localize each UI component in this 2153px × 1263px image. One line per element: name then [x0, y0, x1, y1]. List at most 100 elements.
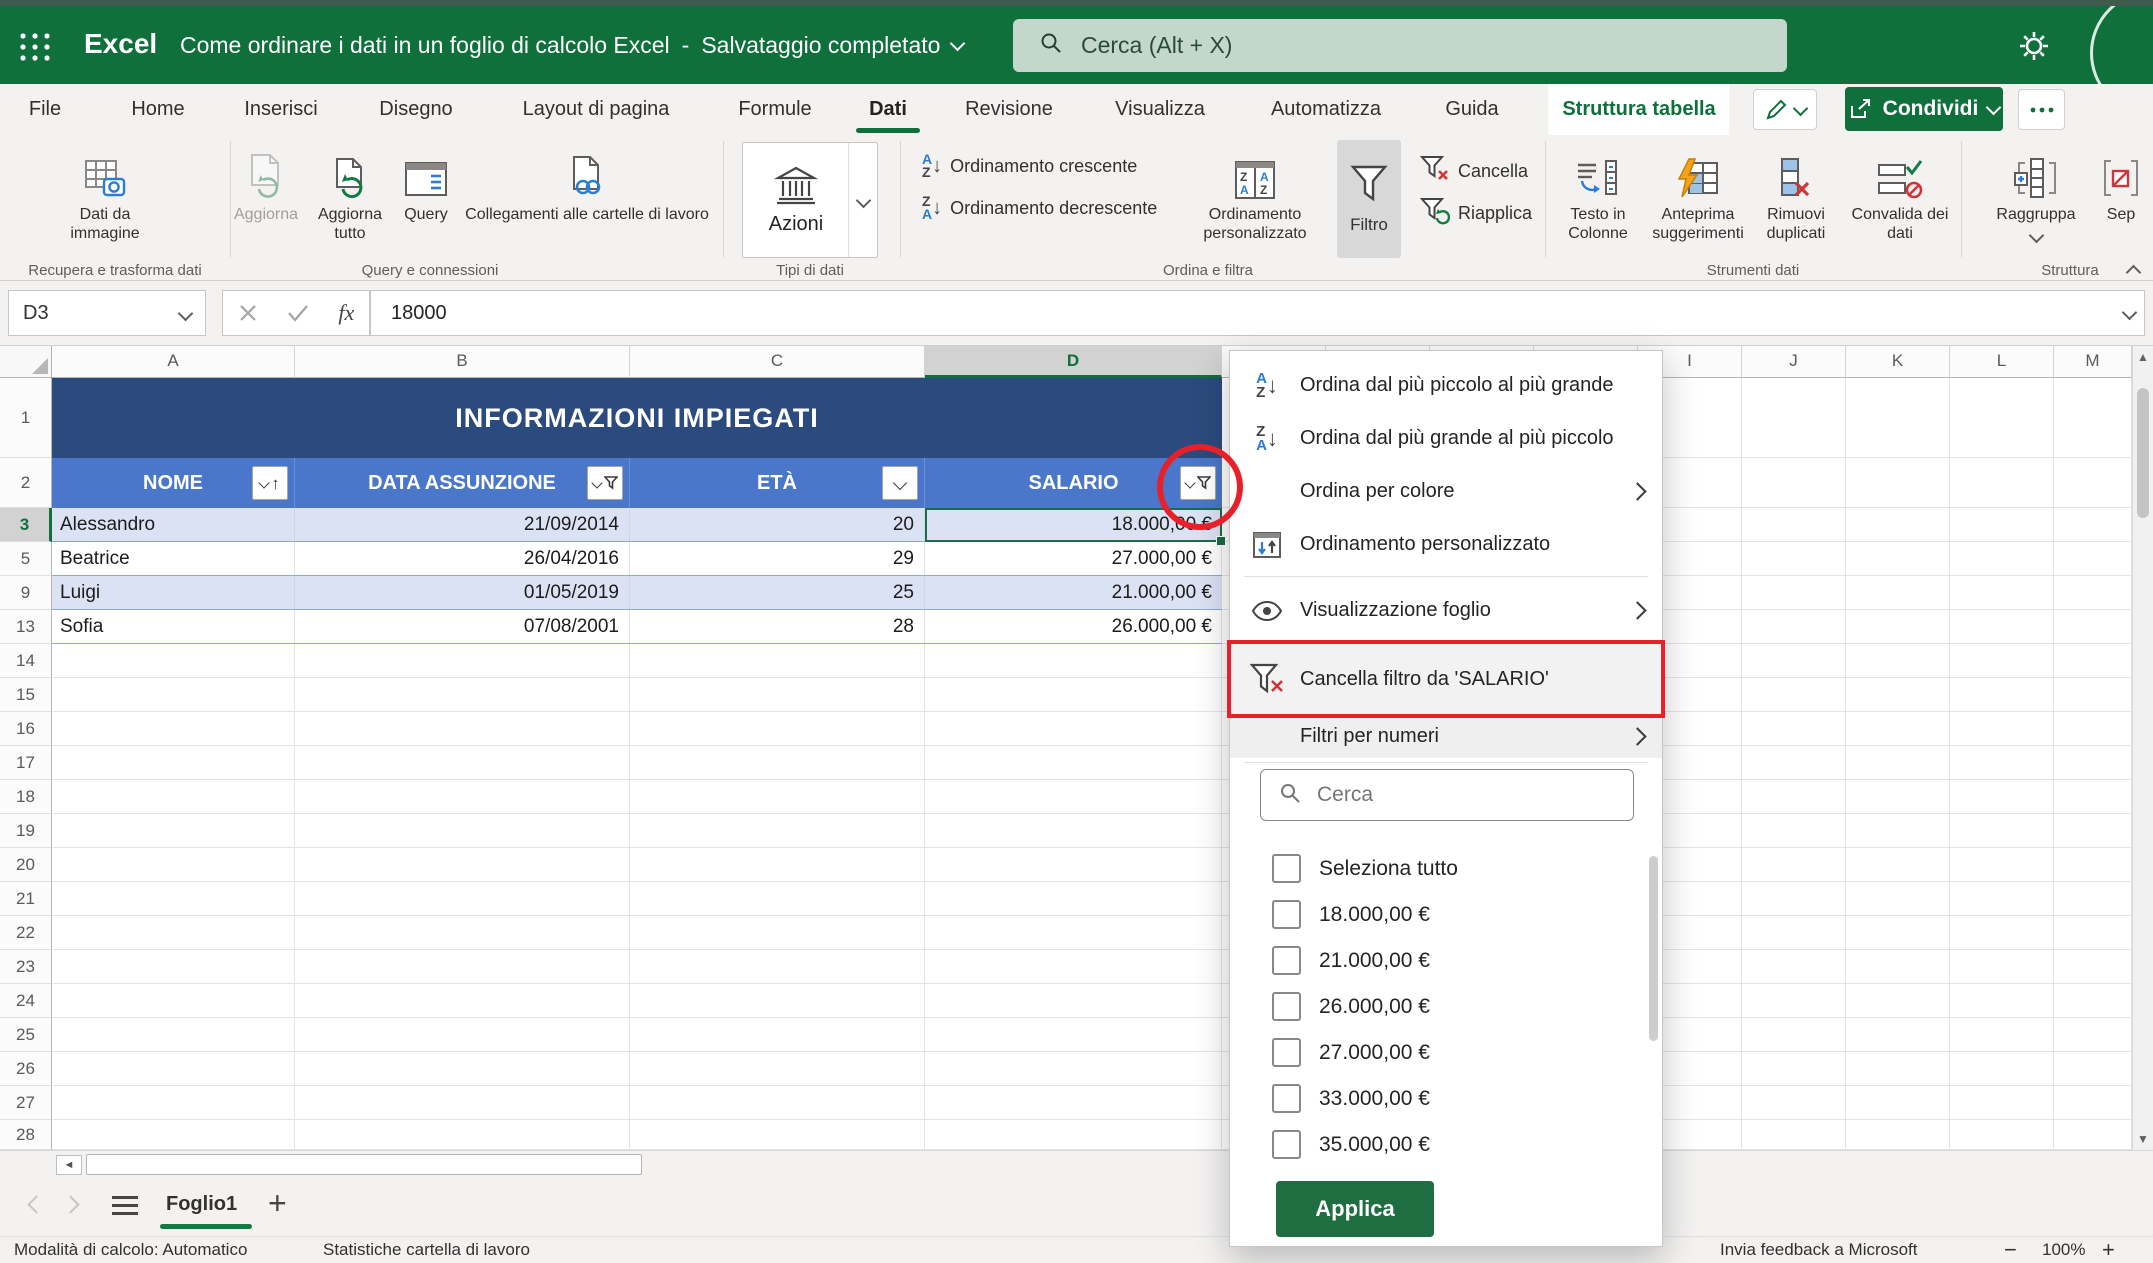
header-cell-nome[interactable]: NOME ↑: [52, 458, 295, 508]
name-box[interactable]: D3: [8, 290, 206, 336]
data-from-picture-button[interactable]: Dati da immagine: [45, 147, 165, 244]
filter-toggle-button[interactable]: Filtro: [1337, 140, 1401, 258]
cell-a3[interactable]: Alessandro: [52, 508, 295, 541]
custom-sort-button[interactable]: ZAAZ Ordinamento personalizzato: [1185, 147, 1325, 244]
insert-function-fx-icon[interactable]: fx: [338, 300, 354, 326]
checkbox-unchecked[interactable]: [1272, 900, 1301, 929]
workbook-links-button[interactable]: Collegamenti alle cartelle di lavoro: [462, 147, 712, 225]
column-header-K[interactable]: K: [1846, 346, 1950, 378]
menu-item-sort-largest[interactable]: ZA↓ Ordina dal più grande al più piccolo: [1230, 412, 1662, 465]
horizontal-scrollbar-thumb[interactable]: [86, 1154, 642, 1175]
row-header-28[interactable]: 28: [0, 1120, 52, 1150]
zoom-in-button[interactable]: +: [2102, 1237, 2115, 1262]
filter-search-box[interactable]: [1260, 769, 1634, 821]
cell-b5[interactable]: 26/04/2016: [295, 542, 630, 575]
cell-a9[interactable]: Luigi: [52, 576, 295, 609]
settings-gear-icon[interactable]: [2014, 26, 2054, 71]
row-header-23[interactable]: 23: [0, 950, 52, 984]
actions-dropdown-button[interactable]: [848, 143, 877, 257]
more-ribbon-options-button[interactable]: [2018, 89, 2065, 130]
ribbon-tab-revisione[interactable]: Revisione: [955, 84, 1063, 135]
actions-data-type-button[interactable]: Azioni: [743, 143, 849, 257]
send-feedback-link[interactable]: Invia feedback a Microsoft: [1720, 1237, 1917, 1262]
sort-descending-button[interactable]: ZA ↓ Ordinamento decrescente: [922, 195, 1157, 221]
row-header-21[interactable]: 21: [0, 882, 52, 916]
row-header-22[interactable]: 22: [0, 916, 52, 950]
sheet-tab-foglio1[interactable]: Foglio1: [166, 1178, 237, 1230]
ribbon-tab-guida[interactable]: Guida: [1435, 84, 1508, 135]
group-button[interactable]: Raggruppa: [1988, 147, 2084, 241]
reapply-filter-button[interactable]: Riapplica: [1420, 197, 1532, 230]
apply-filter-button[interactable]: Applica: [1276, 1181, 1434, 1237]
data-validation-button[interactable]: Convalida dei dati: [1840, 147, 1960, 244]
cell-c5[interactable]: 29: [630, 542, 925, 575]
share-button[interactable]: Condividi: [1845, 87, 2003, 131]
scroll-left-arrow-icon[interactable]: ◄: [56, 1155, 82, 1175]
clear-filter-button[interactable]: Cancella: [1420, 155, 1528, 188]
workbook-statistics-button[interactable]: Statistiche cartella di lavoro: [323, 1237, 530, 1262]
ribbon-tab-layout-di-pagina[interactable]: Layout di pagina: [513, 84, 680, 135]
select-all-corner[interactable]: [0, 346, 52, 378]
document-title-bar[interactable]: Come ordinare i dati in un foglio di cal…: [180, 6, 963, 84]
menu-item-clear-filter[interactable]: Cancella filtro da 'SALARIO': [1230, 644, 1662, 714]
cell-d3-selected[interactable]: 18.000,00 €: [925, 508, 1222, 541]
checkbox-unchecked[interactable]: [1272, 946, 1301, 975]
row-header-1[interactable]: 1: [0, 378, 52, 458]
row-header-17[interactable]: 17: [0, 746, 52, 780]
text-to-columns-button[interactable]: Testo in Colonne: [1548, 147, 1648, 244]
header-cell-data-assunzione[interactable]: DATA ASSUNZIONE: [295, 458, 630, 508]
cell-d13[interactable]: 26.000,00 €: [925, 610, 1222, 643]
row-header-16[interactable]: 16: [0, 712, 52, 746]
row-header-15[interactable]: 15: [0, 678, 52, 712]
app-launcher-waffle-icon[interactable]: [16, 28, 54, 71]
menu-item-sheet-view[interactable]: Visualizzazione foglio: [1230, 584, 1662, 637]
row-header-2[interactable]: 2: [0, 458, 52, 508]
filter-value-row[interactable]: 35.000,00 €: [1272, 1122, 1430, 1167]
vertical-scrollbar-thumb[interactable]: [2137, 388, 2149, 518]
ribbon-tab-struttura-tabella[interactable]: Struttura tabella: [1548, 84, 1729, 135]
remove-duplicates-button[interactable]: Rimuovi duplicati: [1746, 147, 1846, 244]
scroll-up-arrow-icon[interactable]: ▲: [2133, 350, 2153, 364]
sort-ascending-button[interactable]: AZ ↓ Ordinamento crescente: [922, 153, 1137, 179]
title-chevron-down-icon[interactable]: [950, 35, 966, 51]
next-sheet-chevron-icon[interactable]: [61, 1195, 79, 1213]
checkbox-unchecked[interactable]: [1272, 1038, 1301, 1067]
row-header-27[interactable]: 27: [0, 1086, 52, 1120]
menu-item-sort-by-color[interactable]: Ordina per colore: [1230, 465, 1662, 518]
filter-value-row[interactable]: 26.000,00 €: [1272, 984, 1430, 1029]
scroll-down-arrow-icon[interactable]: ▼: [2133, 1132, 2153, 1146]
ungroup-button[interactable]: Sep: [2086, 147, 2153, 225]
calculation-mode-status[interactable]: Modalità di calcolo: Automatico: [14, 1237, 247, 1262]
cell-b3[interactable]: 21/09/2014: [295, 508, 630, 541]
fill-handle[interactable]: [1216, 536, 1226, 546]
horizontal-scrollbar[interactable]: ◄: [0, 1150, 2153, 1178]
cell-b13[interactable]: 07/08/2001: [295, 610, 630, 643]
row-header-18[interactable]: 18: [0, 780, 52, 814]
column-header-D[interactable]: D: [925, 346, 1222, 378]
search-input[interactable]: [1079, 31, 1703, 60]
cell-a13[interactable]: Sofia: [52, 610, 295, 643]
filter-button-nome[interactable]: ↑: [252, 466, 288, 500]
cell-b9[interactable]: 01/05/2019: [295, 576, 630, 609]
ribbon-tab-inserisci[interactable]: Inserisci: [234, 84, 327, 135]
row-header-26[interactable]: 26: [0, 1052, 52, 1086]
refresh-all-button[interactable]: Aggiorna tutto: [305, 147, 395, 244]
search-bar[interactable]: [1013, 19, 1787, 72]
filter-value-row[interactable]: 21.000,00 €: [1272, 938, 1430, 983]
vertical-scrollbar[interactable]: ▲ ▼: [2132, 346, 2153, 1150]
ribbon-tab-automatizza[interactable]: Automatizza: [1261, 84, 1391, 135]
query-button[interactable]: Query: [390, 147, 462, 225]
collapse-ribbon-chevron-icon[interactable]: [2126, 265, 2142, 281]
ribbon-tab-file[interactable]: File: [19, 84, 71, 135]
row-header-20[interactable]: 20: [0, 848, 52, 882]
prev-sheet-chevron-icon[interactable]: [27, 1195, 45, 1213]
row-header-3[interactable]: 3: [0, 508, 52, 542]
filter-value-row[interactable]: 18.000,00 €: [1272, 892, 1430, 937]
filter-search-input[interactable]: [1315, 782, 1609, 808]
table-title-cell[interactable]: INFORMAZIONI IMPIEGATI: [52, 378, 1222, 458]
cell-c13[interactable]: 28: [630, 610, 925, 643]
filter-button-eta[interactable]: [882, 466, 918, 500]
cell-a5[interactable]: Beatrice: [52, 542, 295, 575]
column-header-B[interactable]: B: [295, 346, 630, 378]
formula-input[interactable]: 18000: [370, 290, 2145, 336]
